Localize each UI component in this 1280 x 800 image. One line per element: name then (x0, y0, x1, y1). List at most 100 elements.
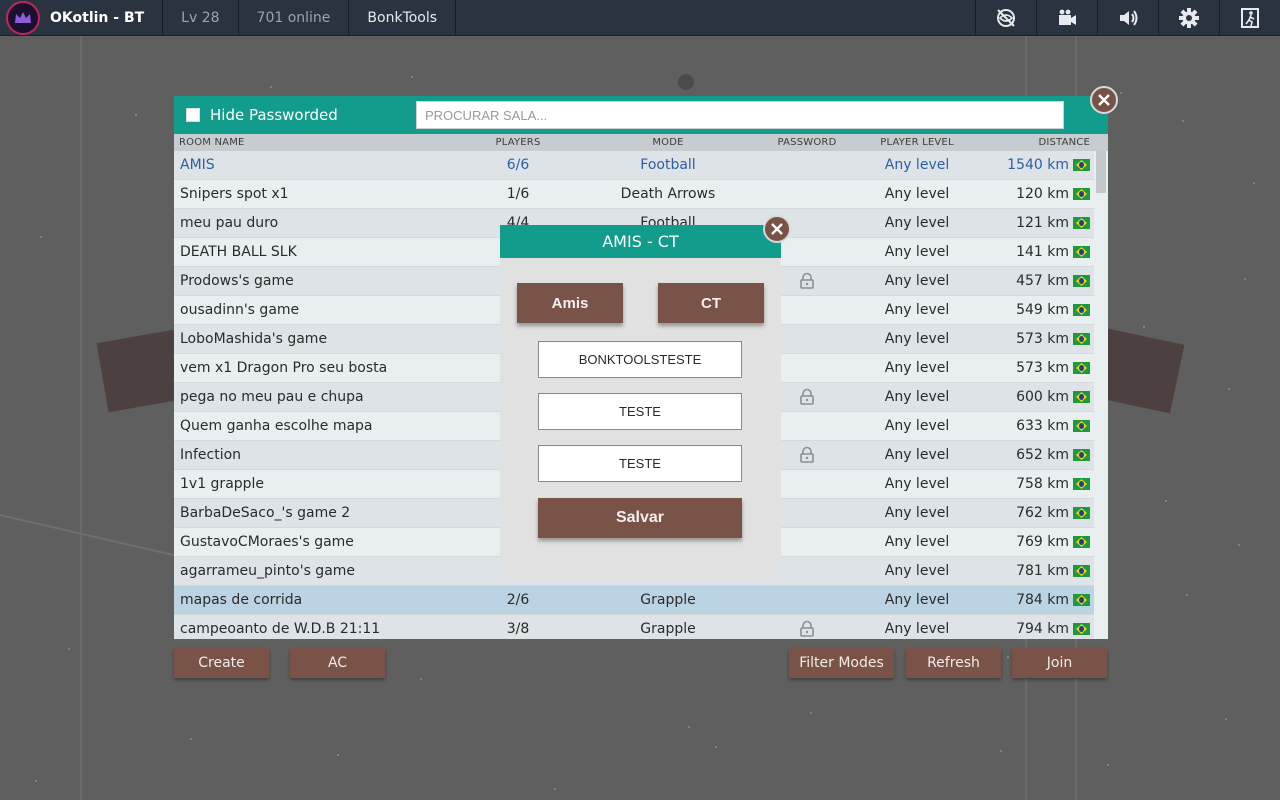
settings-button[interactable] (1158, 0, 1219, 35)
modal-field-3[interactable]: TESTE (538, 445, 742, 482)
room-name: agarrameu_pinto's game (180, 563, 356, 579)
column-players[interactable]: PLAYERS (474, 137, 562, 148)
avatar[interactable] (6, 0, 40, 35)
brazil-flag-icon (1073, 507, 1090, 519)
room-distance: 762 km (994, 505, 1094, 521)
exit-button[interactable] (1219, 0, 1280, 35)
room-name: Snipers spot x1 (180, 186, 289, 202)
room-players: 2/6 (506, 592, 530, 608)
column-player-level[interactable]: PLAYER LEVEL (840, 137, 994, 148)
table-row[interactable]: AMIS 6/6 Football Any level 1540 km (174, 151, 1094, 180)
hide-passworded-checkbox[interactable] (186, 108, 200, 122)
room-players: 6/6 (506, 157, 530, 173)
save-button[interactable]: Salvar (538, 498, 742, 538)
room-name: ousadinn's game (180, 302, 300, 318)
room-distance: 573 km (994, 331, 1094, 347)
room-name: AMIS (180, 157, 215, 173)
create-button[interactable]: Create (174, 648, 269, 678)
room-search-input[interactable]: PROCURAR SALA... (416, 101, 1064, 129)
brazil-flag-icon (1073, 594, 1090, 606)
room-level: Any level (884, 331, 950, 347)
distance-value: 652 km (1016, 447, 1069, 463)
distance-value: 600 km (1016, 389, 1069, 405)
distance-value: 758 km (1016, 476, 1069, 492)
bg-line (80, 36, 82, 800)
room-level: Any level (884, 157, 950, 173)
room-password (774, 446, 840, 464)
room-name: meu pau duro (180, 215, 279, 231)
room-name: mapas de corrida (180, 592, 303, 608)
camera-button[interactable] (1036, 0, 1097, 35)
scrollbar-thumb[interactable] (1096, 151, 1106, 193)
close-room-list-button[interactable] (1090, 86, 1118, 114)
room-settings-modal: AMIS - CT Amis CT BONKTOOLSTESTE TESTE T… (500, 225, 781, 578)
modal-field-2[interactable]: TESTE (538, 393, 742, 430)
room-password (774, 272, 840, 290)
room-list-columns: ROOM NAME PLAYERS MODE PASSWORD PLAYER L… (174, 134, 1108, 151)
volume-button[interactable] (1097, 0, 1158, 35)
brazil-flag-icon (1073, 623, 1090, 635)
distance-value: 121 km (1016, 215, 1069, 231)
room-mode: Grapple (640, 592, 696, 608)
bonktools-menu[interactable]: BonkTools (349, 0, 457, 35)
room-level: Any level (884, 273, 950, 289)
room-distance: 758 km (994, 476, 1094, 492)
top-bar: OKotlin - BT Lv 28 701 online BonkTools (0, 0, 1280, 36)
camera-icon (1059, 9, 1076, 25)
room-level: Any level (884, 563, 950, 579)
close-icon (771, 223, 783, 235)
lock-icon (800, 388, 814, 405)
table-row[interactable]: mapas de corrida 2/6 Grapple Any level 784 k… (174, 586, 1094, 615)
room-level: Any level (884, 215, 950, 231)
bg-block (96, 329, 186, 413)
distance-value: 573 km (1016, 331, 1069, 347)
room-name: GustavoCMoraes's game (180, 534, 354, 550)
brazil-flag-icon (1073, 159, 1090, 171)
room-name: Prodows's game (180, 273, 294, 289)
amis-button[interactable]: Amis (517, 283, 623, 323)
column-room-name[interactable]: ROOM NAME (174, 137, 474, 148)
modal-field-1[interactable]: BONKTOOLSTESTE (538, 341, 742, 378)
distance-value: 457 km (1016, 273, 1069, 289)
room-distance: 141 km (994, 244, 1094, 260)
brazil-flag-icon (1073, 478, 1090, 490)
room-distance: 600 km (994, 389, 1094, 405)
room-level: Any level (884, 302, 950, 318)
column-distance[interactable]: DISTANCE (994, 137, 1094, 148)
room-level: Any level (884, 534, 950, 550)
room-name: pega no meu pau e chupa (180, 389, 364, 405)
filter-modes-button[interactable]: Filter Modes (789, 648, 894, 678)
lock-icon (800, 620, 814, 637)
ct-button[interactable]: CT (658, 283, 764, 323)
brazil-flag-icon (1073, 246, 1090, 258)
refresh-button[interactable]: Refresh (906, 648, 1001, 678)
brazil-flag-icon (1073, 304, 1090, 316)
room-list-scrollbar[interactable] (1094, 151, 1108, 639)
crown-icon (15, 11, 31, 23)
bg-disc (678, 74, 694, 90)
room-list-header: Hide Passworded PROCURAR SALA... (174, 96, 1108, 134)
table-row[interactable]: Snipers spot x1 1/6 Death Arrows Any level 1… (174, 180, 1094, 209)
player-level: Lv 28 (163, 0, 239, 35)
online-count: 701 online (239, 0, 350, 35)
room-name: LoboMashida's game (180, 331, 328, 347)
ac-button[interactable]: AC (290, 648, 385, 678)
join-button[interactable]: Join (1012, 648, 1107, 678)
room-distance: 794 km (994, 621, 1094, 637)
distance-value: 784 km (1016, 592, 1069, 608)
table-row[interactable]: campeoanto de W.D.B 21:11 3/8 Grapple Any l… (174, 615, 1094, 639)
column-password[interactable]: PASSWORD (774, 137, 840, 148)
close-modal-button[interactable] (763, 215, 791, 243)
hide-passworded-label: Hide Passworded (210, 106, 338, 124)
gear-icon (1179, 7, 1199, 28)
distance-value: 1540 km (1007, 157, 1069, 173)
room-name: 1v1 grapple (180, 476, 265, 492)
lock-icon (800, 446, 814, 463)
privacy-toggle-button[interactable] (975, 0, 1036, 35)
brazil-flag-icon (1073, 449, 1090, 461)
room-level: Any level (884, 621, 950, 637)
room-name: DEATH BALL SLK (180, 244, 297, 260)
column-mode[interactable]: MODE (562, 137, 774, 148)
hide-passworded-toggle[interactable]: Hide Passworded (186, 106, 416, 124)
room-distance: 457 km (994, 273, 1094, 289)
